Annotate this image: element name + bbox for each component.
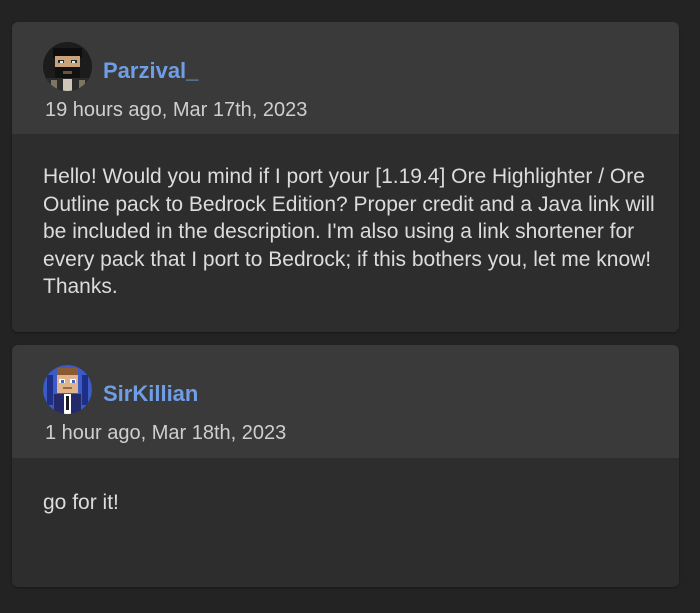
bearded-man-avatar-icon[interactable]	[43, 42, 92, 91]
suit-man-avatar-icon[interactable]	[43, 365, 92, 414]
comment-body: Hello! Would you mind if I port your [1.…	[12, 134, 679, 332]
comment-card: SirKillian 1 hour ago, Mar 18th, 2023 go…	[12, 345, 679, 587]
comment-text: Hello! Would you mind if I port your [1.…	[43, 165, 655, 298]
comment-card: Parzival_ 19 hours ago, Mar 17th, 2023 H…	[12, 22, 679, 332]
username-link[interactable]: Parzival_	[103, 58, 198, 84]
comment-body: go for it!	[12, 458, 679, 587]
comment-header: SirKillian 1 hour ago, Mar 18th, 2023	[12, 345, 679, 458]
comment-timestamp: 1 hour ago, Mar 18th, 2023	[45, 422, 287, 444]
comment-text: go for it!	[43, 491, 119, 514]
comment-timestamp: 19 hours ago, Mar 17th, 2023	[45, 99, 308, 121]
comment-header: Parzival_ 19 hours ago, Mar 17th, 2023	[12, 22, 679, 134]
username-link[interactable]: SirKillian	[103, 381, 198, 407]
